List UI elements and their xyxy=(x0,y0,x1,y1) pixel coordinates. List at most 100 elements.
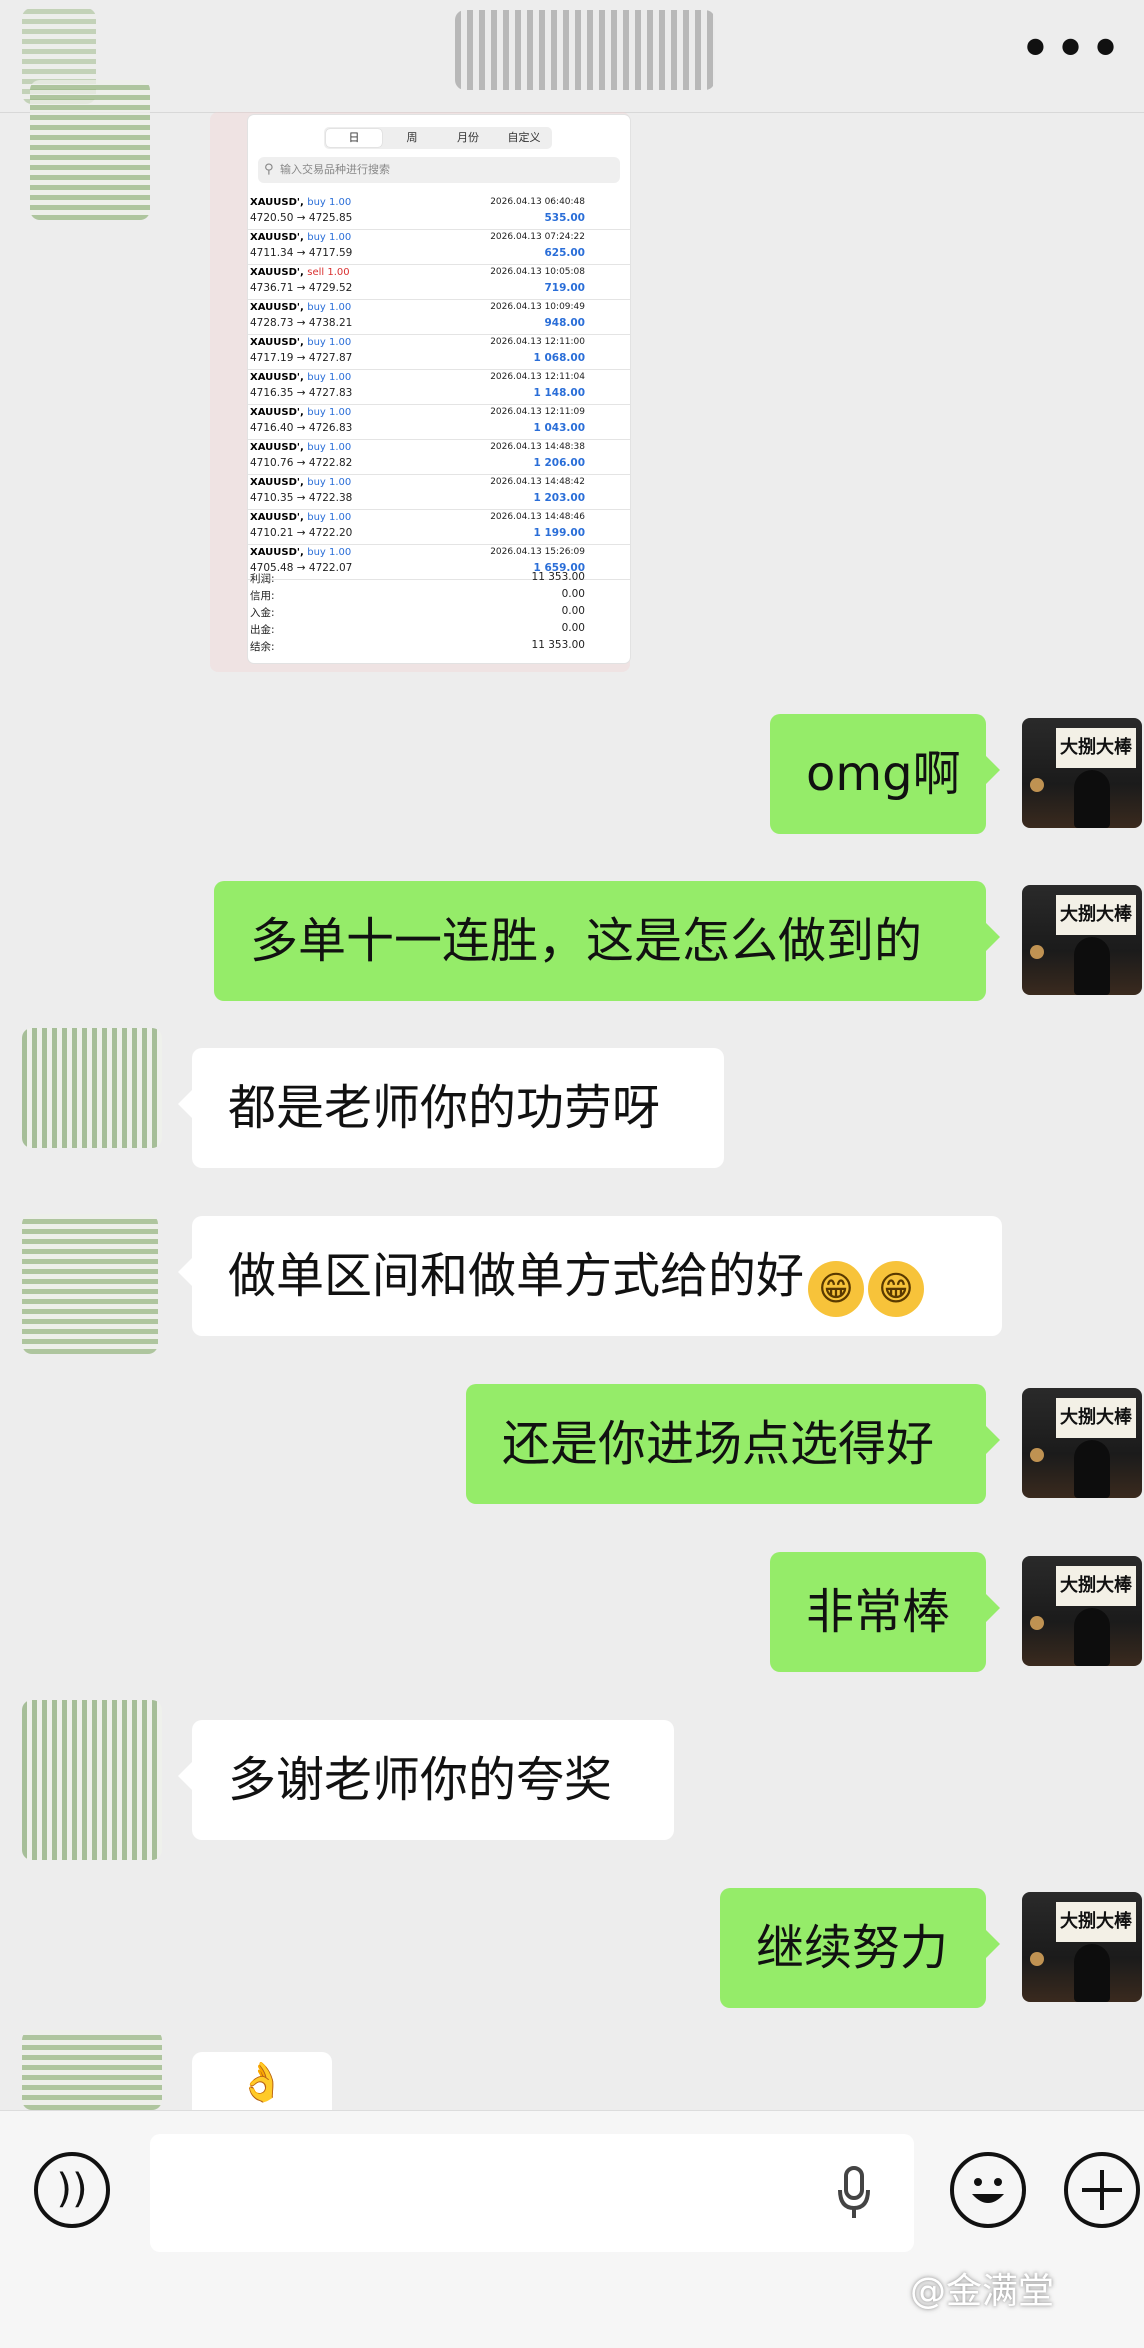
trade-prices: 4720.50 → 4725.85 xyxy=(250,212,353,224)
avatar-sign: 大捌大棒 xyxy=(1056,1566,1136,1606)
my-message-bubble[interactable]: 继续努力 xyxy=(720,1888,1000,2008)
trade-symbol: XAUUSD', buy 1.00 xyxy=(250,442,352,453)
summary-label: 入金: xyxy=(250,607,275,619)
trade-side: buy 1.00 xyxy=(307,197,352,208)
trade-row[interactable]: XAUUSD', buy 1.00 4717.19 → 4727.87 2026.0… xyxy=(248,335,630,370)
message-bubble-partial[interactable]: 👌 xyxy=(192,2052,332,2112)
emoji-icon[interactable] xyxy=(950,2152,1026,2228)
my-message-bubble[interactable]: omg啊 xyxy=(770,714,1000,834)
trade-profit: 625.00 xyxy=(544,247,585,259)
my-avatar[interactable]: 大捌大棒 xyxy=(1022,718,1142,828)
my-avatar[interactable]: 大捌大棒 xyxy=(1022,885,1142,995)
trade-row[interactable]: XAUUSD', buy 1.00 4710.76 → 4722.82 2026.0… xyxy=(248,440,630,475)
tab-month[interactable]: 月份 xyxy=(440,127,496,149)
trade-row[interactable]: XAUUSD', sell 1.00 4736.71 → 4729.52 2026.… xyxy=(248,265,630,300)
chat-title-blurred xyxy=(455,10,715,90)
my-avatar[interactable]: 大捌大棒 xyxy=(1022,1892,1142,2002)
trade-symbol: XAUUSD', buy 1.00 xyxy=(250,407,352,418)
trade-side: buy 1.00 xyxy=(307,232,352,243)
trade-row[interactable]: XAUUSD', buy 1.00 4710.21 → 4722.20 2026.0… xyxy=(248,510,630,545)
avatar[interactable] xyxy=(22,1700,162,1860)
trade-prices: 4728.73 → 4738.21 xyxy=(250,317,353,329)
more-dots-icon[interactable]: ••• xyxy=(1019,22,1124,78)
lamp-shape xyxy=(1030,945,1044,959)
partner-message-bubble[interactable]: 做单区间和做单方式给的好 😁 😁 xyxy=(178,1216,1002,1336)
trade-row[interactable]: XAUUSD', buy 1.00 4710.35 → 4722.38 2026.0… xyxy=(248,475,630,510)
trade-time: 2026.04.13 10:09:49 xyxy=(490,302,585,312)
trade-side: buy 1.00 xyxy=(307,407,352,418)
summary-row: 结余: 11 353.00 xyxy=(248,639,630,656)
avatar[interactable] xyxy=(22,2030,162,2110)
trade-profit: 1 043.00 xyxy=(533,422,585,434)
tab-week[interactable]: 周 xyxy=(384,127,440,149)
message-input[interactable] xyxy=(150,2134,914,2252)
symbol-search-input[interactable]: 输入交易品种进行搜索 xyxy=(258,157,620,183)
trade-summary: 利润: 11 353.00 信用: 0.00 入金: 0.00 出金: 0.00 结余: 11 3… xyxy=(248,571,630,656)
trade-time: 2026.04.13 06:40:48 xyxy=(490,197,585,207)
avatar[interactable] xyxy=(22,1214,158,1354)
avatar[interactable] xyxy=(30,80,150,220)
trade-row[interactable]: XAUUSD', buy 1.00 4716.35 → 4727.83 2026.0… xyxy=(248,370,630,405)
message-text: 非常棒 xyxy=(806,1584,951,1640)
summary-label: 出金: xyxy=(250,624,275,636)
trade-time: 2026.04.13 14:48:38 xyxy=(490,442,585,452)
avatar[interactable] xyxy=(22,1028,162,1148)
trade-row[interactable]: XAUUSD', buy 1.00 4728.73 → 4738.21 2026.0… xyxy=(248,300,630,335)
voice-icon[interactable]: )) xyxy=(34,2152,110,2228)
tab-day[interactable]: 日 xyxy=(326,129,382,147)
summary-label: 利润: xyxy=(250,573,275,585)
trade-symbol: XAUUSD', buy 1.00 xyxy=(250,197,352,208)
trade-profit: 1 206.00 xyxy=(533,457,585,469)
message-text: 多谢老师你的夸奖 xyxy=(228,1752,613,1808)
trade-row[interactable]: XAUUSD', buy 1.00 4720.50 → 4725.85 2026.0… xyxy=(248,195,630,230)
trade-symbol: XAUUSD', buy 1.00 xyxy=(250,372,352,383)
trade-side: buy 1.00 xyxy=(307,477,352,488)
trade-prices: 4716.35 → 4727.83 xyxy=(250,387,353,399)
trade-time: 2026.04.13 14:48:42 xyxy=(490,477,585,487)
partner-message-bubble[interactable]: 都是老师你的功劳呀 xyxy=(178,1048,724,1168)
trade-prices: 4711.34 → 4717.59 xyxy=(250,247,353,259)
trade-time: 2026.04.13 12:11:09 xyxy=(490,407,585,417)
watermark: @金满堂 xyxy=(910,2271,1055,2312)
summary-label: 结余: xyxy=(250,641,275,653)
summary-value: 0.00 xyxy=(561,605,585,617)
trade-row[interactable]: XAUUSD', buy 1.00 4716.40 → 4726.83 2026.0… xyxy=(248,405,630,440)
trade-symbol: XAUUSD', buy 1.00 xyxy=(250,337,352,348)
trade-time: 2026.04.13 12:11:00 xyxy=(490,337,585,347)
trade-side: buy 1.00 xyxy=(307,512,352,523)
trade-profit: 1 199.00 xyxy=(533,527,585,539)
trade-side: buy 1.00 xyxy=(307,547,352,558)
tab-custom[interactable]: 自定义 xyxy=(496,127,552,149)
trade-time: 2026.04.13 07:24:22 xyxy=(490,232,585,242)
summary-row: 信用: 0.00 xyxy=(248,588,630,605)
person-silhouette xyxy=(1074,937,1110,995)
summary-row: 出金: 0.00 xyxy=(248,622,630,639)
partner-message-bubble[interactable]: 多谢老师你的夸奖 xyxy=(178,1720,674,1840)
trade-prices: 4736.71 → 4729.52 xyxy=(250,282,353,294)
my-message-bubble[interactable]: 多单十一连胜，这是怎么做到的 xyxy=(214,881,1000,1001)
my-avatar[interactable]: 大捌大棒 xyxy=(1022,1556,1142,1666)
person-silhouette xyxy=(1074,770,1110,828)
summary-label: 信用: xyxy=(250,590,275,602)
trade-row[interactable]: XAUUSD', buy 1.00 4711.34 → 4717.59 2026.0… xyxy=(248,230,630,265)
plus-icon[interactable] xyxy=(1064,2152,1140,2228)
trade-profit: 1 068.00 xyxy=(533,352,585,364)
summary-value: 0.00 xyxy=(561,588,585,600)
trade-profit: 1 148.00 xyxy=(533,387,585,399)
trade-prices: 4710.76 → 4722.82 xyxy=(250,457,353,469)
my-message-bubble[interactable]: 非常棒 xyxy=(770,1552,1000,1672)
my-message-bubble[interactable]: 还是你进场点选得好 xyxy=(466,1384,1000,1504)
trade-symbol: XAUUSD', buy 1.00 xyxy=(250,232,352,243)
trade-time: 2026.04.13 10:05:08 xyxy=(490,267,585,277)
trade-symbol: XAUUSD', buy 1.00 xyxy=(250,477,352,488)
trade-time: 2026.04.13 12:11:04 xyxy=(490,372,585,382)
trade-history-image[interactable]: 日 周 月份 自定义 输入交易品种进行搜索 XAUUSD', buy 1.00 4… xyxy=(248,115,630,663)
my-avatar[interactable]: 大捌大棒 xyxy=(1022,1388,1142,1498)
person-silhouette xyxy=(1074,1944,1110,2002)
trade-list: XAUUSD', buy 1.00 4720.50 → 4725.85 2026.0… xyxy=(248,195,630,580)
trade-symbol: XAUUSD', buy 1.00 xyxy=(250,547,352,558)
lamp-shape xyxy=(1030,778,1044,792)
microphone-icon[interactable] xyxy=(834,2162,874,2222)
message-text: 都是老师你的功劳呀 xyxy=(228,1080,661,1136)
lamp-shape xyxy=(1030,1616,1044,1630)
